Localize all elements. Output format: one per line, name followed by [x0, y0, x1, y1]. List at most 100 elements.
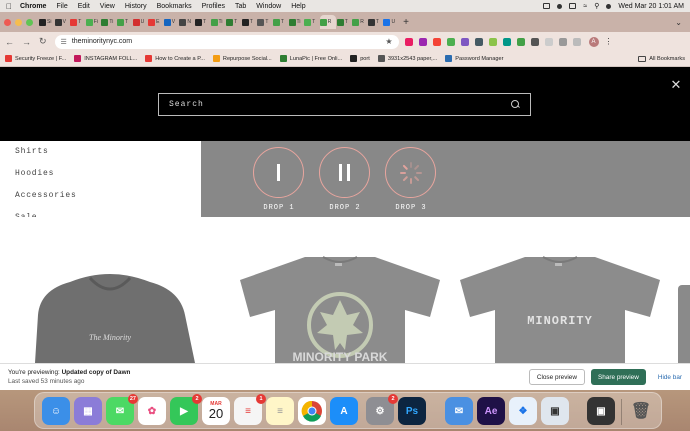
browser-tab[interactable]: T — [257, 15, 272, 29]
bookmark-item[interactable]: Repurpose Social... — [212, 55, 272, 62]
search-input[interactable]: Search — [158, 93, 531, 116]
browser-tab[interactable]: Si — [39, 15, 54, 29]
browser-tab[interactable]: T — [272, 15, 288, 29]
all-bookmarks-button[interactable]: All Bookmarks — [638, 55, 685, 62]
bookmark-item[interactable]: Password Manager — [445, 55, 503, 62]
extension-icon[interactable] — [418, 37, 427, 46]
menu-tab[interactable]: Tab — [235, 3, 246, 10]
site-info-icon[interactable]: ☰ — [61, 38, 67, 46]
bookmark-item[interactable]: LunaPic | Free Onli... — [279, 55, 342, 62]
photoshop-icon[interactable]: Ps — [398, 397, 426, 425]
reminders-icon[interactable]: ≡ 1 — [234, 394, 266, 425]
browser-tab[interactable]: T — [336, 15, 352, 29]
control-center-icon[interactable] — [606, 3, 612, 9]
facetime-icon[interactable]: ▶ 2 — [170, 394, 202, 425]
menu-bookmarks[interactable]: Bookmarks — [157, 3, 192, 10]
browser-tab[interactable]: E — [148, 15, 163, 29]
tab-search-icon[interactable]: ⌄ — [675, 18, 682, 27]
browser-tab[interactable]: R — [352, 15, 367, 29]
system-settings-icon[interactable]: ⚙ 2 — [366, 394, 398, 425]
menu-window[interactable]: Window — [256, 3, 281, 10]
menu-kebab-icon[interactable]: ⋮ — [605, 37, 613, 46]
hide-bar-link[interactable]: Hide bar — [658, 374, 682, 381]
browser-tab[interactable]: Ti — [101, 15, 116, 29]
apple-icon[interactable]:  — [6, 2, 12, 11]
drop-2[interactable]: DROP 2 — [319, 147, 371, 217]
safari-icon[interactable]: ❖ — [509, 397, 537, 425]
reload-icon[interactable]: ↻ — [39, 36, 47, 47]
calendar-icon[interactable]: MAR 20 — [202, 397, 230, 425]
after-effects-icon[interactable]: Ae — [477, 397, 505, 425]
bookmark-star-icon[interactable]: ★ — [385, 37, 392, 46]
messages-icon[interactable]: ✉ 27 — [106, 394, 138, 425]
minimize-window-button[interactable] — [15, 18, 22, 26]
extension-icon[interactable] — [404, 37, 413, 46]
menu-history[interactable]: History — [125, 3, 147, 10]
preview-app-icon[interactable]: ▣ — [541, 397, 569, 425]
product-card-tee-park[interactable]: MINORITY PARK — [235, 255, 445, 364]
browser-tab[interactable]: V — [163, 15, 179, 29]
bookmark-item[interactable]: port — [350, 55, 370, 62]
extension-icon[interactable] — [502, 37, 511, 46]
mail-icon[interactable]: ✉ — [445, 397, 473, 425]
battery-icon[interactable] — [569, 3, 577, 9]
launchpad-icon[interactable]: ▦ — [74, 397, 102, 425]
drop-1[interactable]: DROP 1 — [253, 147, 305, 217]
browser-tab[interactable]: T — [241, 15, 257, 29]
forward-icon[interactable]: → — [22, 37, 31, 47]
menu-app-chrome[interactable]: Chrome — [20, 3, 46, 10]
browser-tab[interactable]: U — [383, 15, 398, 29]
profile-avatar[interactable]: A — [588, 36, 599, 47]
nav-link-accessories[interactable]: Accessories — [15, 191, 77, 200]
clock[interactable]: Wed Mar 20 1:01 AM — [618, 3, 684, 10]
browser-tab[interactable]: V — [54, 15, 70, 29]
menu-help[interactable]: Help — [291, 3, 305, 10]
browser-tab[interactable]: N — [179, 15, 194, 29]
close-window-button[interactable] — [4, 18, 11, 26]
bookmark-item[interactable]: INSTAGRAM FOLL... — [74, 55, 137, 62]
chrome-icon[interactable] — [298, 397, 326, 425]
bookmark-item[interactable]: 3931x2543 paper,... — [377, 55, 437, 62]
trash-icon[interactable]: 🗑 — [627, 397, 655, 425]
finder-icon[interactable]: ☺ — [42, 397, 70, 425]
bookmark-item[interactable]: How to Create a P... — [145, 55, 205, 62]
app-store-icon[interactable]: A — [330, 397, 358, 425]
search-icon[interactable]: ⚲ — [594, 2, 599, 10]
browser-tab[interactable]: T — [226, 15, 241, 29]
nav-link-shirts[interactable]: Shirts — [15, 147, 49, 156]
recent-window-icon[interactable]: ▣ — [587, 397, 615, 425]
menu-profiles[interactable]: Profiles — [202, 3, 225, 10]
status-icon[interactable] — [557, 3, 563, 9]
status-icon[interactable] — [543, 3, 551, 9]
extension-icon[interactable] — [460, 37, 469, 46]
extension-icon[interactable] — [474, 37, 483, 46]
product-card-partial[interactable] — [678, 285, 690, 363]
drop-3[interactable]: DROP 3 — [385, 147, 437, 217]
menu-view[interactable]: View — [100, 3, 115, 10]
browser-tab[interactable]: Ti — [210, 15, 226, 29]
browser-tab[interactable]: T — [116, 15, 132, 29]
back-icon[interactable]: ← — [5, 37, 14, 47]
extension-icon[interactable] — [446, 37, 455, 46]
product-card-hoodie[interactable]: The Minority — [10, 270, 215, 363]
extensions-puzzle-icon[interactable] — [558, 37, 567, 46]
close-icon[interactable]: ✕ — [670, 78, 682, 91]
extension-icon[interactable] — [488, 37, 497, 46]
share-preview-button[interactable]: Share preview — [590, 369, 646, 385]
wifi-icon[interactable]: ≈ — [583, 3, 587, 10]
new-tab-button[interactable]: + — [403, 17, 409, 28]
extension-icon[interactable] — [516, 37, 525, 46]
menu-edit[interactable]: Edit — [78, 3, 90, 10]
browser-tab[interactable]: Ti — [288, 15, 304, 29]
product-card-tee-minority[interactable]: MINORITY — [455, 255, 665, 363]
extension-icon[interactable] — [530, 37, 539, 46]
browser-tab[interactable]: R — [319, 15, 336, 29]
nav-link-hoodies[interactable]: Hoodies — [15, 169, 54, 178]
browser-tab[interactable]: T — [304, 15, 319, 29]
close-preview-button[interactable]: Close preview — [528, 369, 585, 385]
browser-tab[interactable]: Fi — [85, 15, 101, 29]
bookmark-item[interactable]: Security Freeze | F... — [5, 55, 66, 62]
zoom-window-button[interactable] — [26, 18, 33, 26]
browser-tab[interactable]: T — [367, 15, 383, 29]
sidebar-icon[interactable] — [572, 37, 581, 46]
